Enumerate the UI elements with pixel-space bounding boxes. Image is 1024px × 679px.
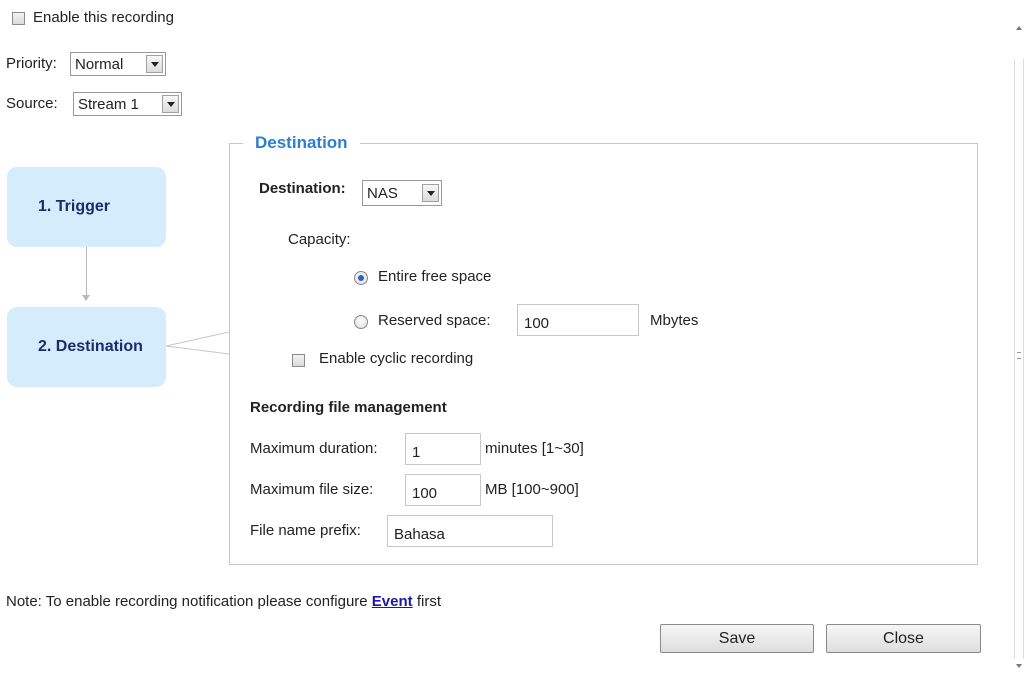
max-duration-label: Maximum duration:	[250, 440, 378, 457]
close-button[interactable]: Close	[826, 624, 981, 653]
scrollbar-thumb[interactable]	[1014, 59, 1024, 659]
reserved-space-label: Reserved space:	[378, 312, 491, 329]
capacity-label: Capacity:	[288, 231, 351, 248]
note-text: Note: To enable recording notification p…	[6, 593, 441, 610]
priority-value: Normal	[75, 55, 124, 73]
source-label: Source:	[6, 95, 58, 112]
max-file-size-hint: MB [100~900]	[485, 481, 579, 498]
destination-select[interactable]: NAS	[362, 180, 442, 206]
grip-icon	[1017, 352, 1021, 359]
cyclic-recording-checkbox[interactable]	[292, 354, 305, 367]
step-destination[interactable]: 2. Destination	[7, 307, 166, 387]
reserved-space-input[interactable]: 100	[517, 304, 639, 336]
max-file-size-label: Maximum file size:	[250, 481, 374, 498]
source-select[interactable]: Stream 1	[73, 92, 182, 116]
step-trigger-label: 1. Trigger	[38, 198, 111, 215]
file-prefix-label: File name prefix:	[250, 522, 361, 539]
max-duration-input[interactable]: 1	[405, 433, 481, 465]
chevron-down-icon	[162, 95, 179, 113]
step-destination-label: 2. Destination	[38, 338, 143, 355]
priority-label: Priority:	[6, 55, 57, 72]
entire-free-space-radio[interactable]	[354, 271, 368, 285]
source-value: Stream 1	[78, 95, 139, 113]
arrow-down-icon	[82, 295, 90, 301]
enable-recording-checkbox[interactable]	[12, 12, 25, 25]
cyclic-recording-label: Enable cyclic recording	[319, 350, 474, 367]
scrollbar[interactable]	[1014, 0, 1024, 679]
max-duration-hint: minutes [1~30]	[485, 440, 584, 457]
scroll-down-icon[interactable]	[1016, 664, 1022, 668]
step-connector-line	[86, 247, 87, 295]
reserved-space-unit: Mbytes	[650, 312, 699, 329]
save-button[interactable]: Save	[660, 624, 814, 653]
max-file-size-input[interactable]: 100	[405, 474, 481, 506]
reserved-space-radio[interactable]	[354, 315, 368, 329]
entire-free-space-label: Entire free space	[378, 268, 492, 285]
destination-legend: Destination	[243, 133, 360, 153]
file-prefix-input[interactable]: Bahasa	[387, 515, 553, 547]
chevron-down-icon	[422, 184, 439, 202]
note-suffix: first	[412, 593, 441, 610]
scroll-up-icon[interactable]	[1016, 26, 1022, 30]
callout-pointer	[166, 331, 230, 355]
file-management-heading: Recording file management	[250, 399, 447, 416]
destination-value: NAS	[367, 184, 398, 202]
enable-recording-label: Enable this recording	[33, 9, 174, 26]
chevron-down-icon	[146, 55, 163, 73]
priority-select[interactable]: Normal	[70, 52, 166, 76]
note-prefix: Note: To enable recording notification p…	[6, 593, 372, 610]
destination-label: Destination:	[259, 180, 346, 197]
event-link[interactable]: Event	[372, 593, 413, 610]
step-trigger[interactable]: 1. Trigger	[7, 167, 166, 247]
